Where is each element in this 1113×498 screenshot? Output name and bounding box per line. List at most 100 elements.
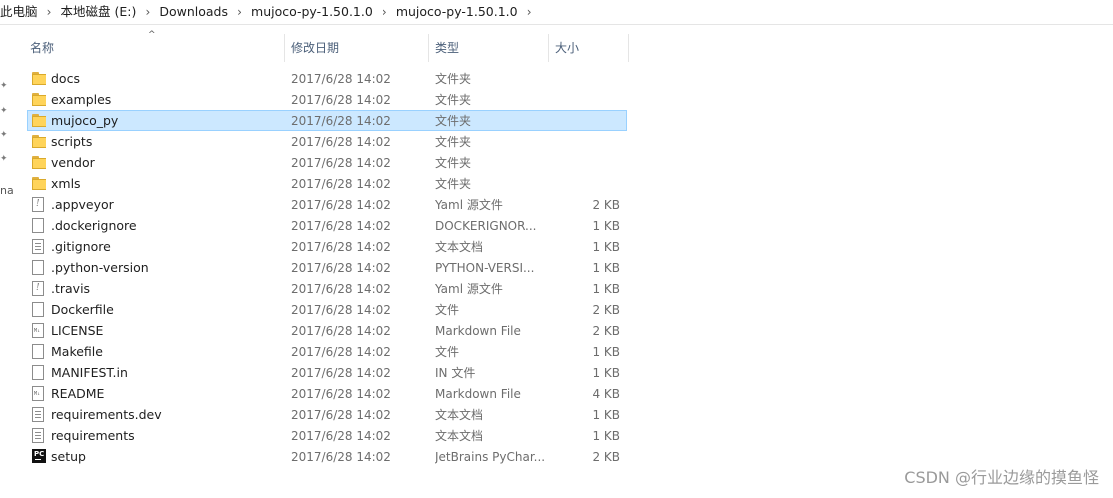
file-type: 文件: [435, 303, 460, 317]
file-row[interactable]: Makefile 2017/6/28 14:02 文件 1 KB: [27, 341, 627, 362]
file-date: 2017/6/28 14:02: [291, 429, 391, 443]
file-name: requirements.dev: [51, 407, 162, 422]
file-row[interactable]: Dockerfile 2017/6/28 14:02 文件 2 KB: [27, 299, 627, 320]
file-date: 2017/6/28 14:02: [291, 282, 391, 296]
breadcrumb-this-pc[interactable]: 此电脑: [0, 0, 40, 25]
file-size: 1 KB: [592, 261, 620, 275]
file-type: IN 文件: [435, 366, 476, 380]
blank-file-icon: [32, 344, 46, 360]
file-row[interactable]: ! .appveyor 2017/6/28 14:02 Yaml 源文件 2 KB: [27, 194, 627, 215]
folder-icon: [32, 176, 46, 192]
file-row[interactable]: .gitignore 2017/6/28 14:02 文本文档 1 KB: [27, 236, 627, 257]
breadcrumb-downloads[interactable]: Downloads: [157, 0, 230, 25]
file-type: DOCKERIGNOR...: [435, 219, 537, 233]
folder-icon: [32, 92, 46, 108]
folder-icon: [32, 71, 46, 87]
blank-file-icon: [32, 302, 46, 318]
file-row[interactable]: MANIFEST.in 2017/6/28 14:02 IN 文件 1 KB: [27, 362, 627, 383]
chevron-right-icon[interactable]: ›: [40, 0, 59, 24]
file-size: 1 KB: [592, 408, 620, 422]
file-date: 2017/6/28 14:02: [291, 450, 391, 464]
breadcrumb-drive-e[interactable]: 本地磁盘 (E:): [59, 0, 139, 25]
file-row[interactable]: requirements.dev 2017/6/28 14:02 文本文档 1 KB: [27, 404, 627, 425]
markdown-file-icon: M↓: [32, 323, 46, 339]
breadcrumb-mujoco-current[interactable]: mujoco-py-1.50.1.0: [394, 0, 520, 25]
file-date: 2017/6/28 14:02: [291, 72, 391, 86]
file-name: docs: [51, 71, 80, 86]
file-type: 文件夹: [435, 135, 472, 149]
file-row[interactable]: scripts 2017/6/28 14:02 文件夹: [27, 131, 627, 152]
file-date: 2017/6/28 14:02: [291, 303, 391, 317]
yaml-file-icon: !: [32, 281, 46, 297]
column-header-name[interactable]: ^ 名称: [24, 30, 285, 62]
chevron-right-icon[interactable]: ›: [520, 0, 539, 24]
file-name: LICENSE: [51, 323, 104, 338]
file-size: 1 KB: [592, 366, 620, 380]
file-date: 2017/6/28 14:02: [291, 219, 391, 233]
file-name: setup: [51, 449, 86, 464]
file-name: .dockerignore: [51, 218, 137, 233]
file-type: 文件夹: [435, 177, 472, 191]
file-row[interactable]: xmls 2017/6/28 14:02 文件夹: [27, 173, 627, 194]
file-date: 2017/6/28 14:02: [291, 387, 391, 401]
breadcrumb-mujoco-parent[interactable]: mujoco-py-1.50.1.0: [249, 0, 375, 25]
file-row[interactable]: mujoco_py 2017/6/28 14:02 文件夹: [27, 110, 627, 131]
file-type: JetBrains PyChar...: [435, 450, 546, 464]
file-row[interactable]: M↓ README 2017/6/28 14:02 Markdown File 4 KB: [27, 383, 627, 404]
file-name: .gitignore: [51, 239, 111, 254]
file-row[interactable]: .python-version 2017/6/28 14:02 PYTHON-VER…: [27, 257, 627, 278]
file-name: MANIFEST.in: [51, 365, 128, 380]
text-file-icon: [32, 407, 46, 423]
file-row[interactable]: PC setup 2017/6/28 14:02 JetBrains PyChar..…: [27, 446, 627, 467]
chevron-right-icon[interactable]: ›: [230, 0, 249, 24]
chevron-right-icon[interactable]: ›: [138, 0, 157, 24]
pin-icon[interactable]: ✦: [0, 81, 8, 91]
folder-icon: [32, 113, 46, 129]
file-row[interactable]: vendor 2017/6/28 14:02 文件夹: [27, 152, 627, 173]
file-date: 2017/6/28 14:02: [291, 135, 391, 149]
file-row[interactable]: requirements 2017/6/28 14:02 文本文档 1 KB: [27, 425, 627, 446]
file-size: 1 KB: [592, 282, 620, 296]
file-type: 文件夹: [435, 156, 472, 170]
file-size: 2 KB: [592, 303, 620, 317]
blank-file-icon: [32, 260, 46, 276]
folder-icon: [32, 155, 46, 171]
column-header-date[interactable]: 修改日期: [285, 34, 429, 62]
file-type: Yaml 源文件: [435, 198, 503, 212]
column-header-type[interactable]: 类型: [429, 34, 549, 62]
file-row[interactable]: examples 2017/6/28 14:02 文件夹: [27, 89, 627, 110]
yaml-file-icon: !: [32, 197, 46, 213]
file-name: examples: [51, 92, 112, 107]
navigation-item-fragment[interactable]: na: [0, 184, 14, 197]
file-name: xmls: [51, 176, 81, 191]
file-size: 1 KB: [592, 240, 620, 254]
file-type: Markdown File: [435, 387, 521, 401]
chevron-right-icon[interactable]: ›: [375, 0, 394, 24]
markdown-file-icon: M↓: [32, 386, 46, 402]
file-row[interactable]: ! .travis 2017/6/28 14:02 Yaml 源文件 1 KB: [27, 278, 627, 299]
column-header-size[interactable]: 大小: [549, 34, 629, 62]
text-file-icon: [32, 239, 46, 255]
pin-icon[interactable]: ✦: [0, 154, 8, 164]
file-size: 1 KB: [592, 219, 620, 233]
column-header-row: ^ 名称 修改日期 类型 大小: [24, 30, 629, 62]
file-type: 文件夹: [435, 72, 472, 86]
file-row[interactable]: M↓ LICENSE 2017/6/28 14:02 Markdown File 2 K…: [27, 320, 627, 341]
file-name: README: [51, 386, 105, 401]
address-bar[interactable]: 此电脑 › 本地磁盘 (E:) › Downloads › mujoco-py-…: [0, 0, 1113, 25]
file-name: .appveyor: [51, 197, 114, 212]
file-date: 2017/6/28 14:02: [291, 177, 391, 191]
pycharm-file-icon: PC: [32, 449, 46, 465]
pin-icon[interactable]: ✦: [0, 130, 8, 140]
folder-icon: [32, 134, 46, 150]
pin-icon[interactable]: ✦: [0, 106, 8, 116]
file-date: 2017/6/28 14:02: [291, 156, 391, 170]
file-row[interactable]: docs 2017/6/28 14:02 文件夹: [27, 68, 627, 89]
file-size: 1 KB: [592, 345, 620, 359]
watermark: CSDN @行业边缘的摸鱼怪: [904, 468, 1099, 487]
file-name: .python-version: [51, 260, 149, 275]
file-row[interactable]: .dockerignore 2017/6/28 14:02 DOCKERIGNOR.…: [27, 215, 627, 236]
navigation-pane: ✦ ✦ ✦ ✦ na: [0, 26, 14, 498]
blank-file-icon: [32, 218, 46, 234]
file-name: Dockerfile: [51, 302, 114, 317]
